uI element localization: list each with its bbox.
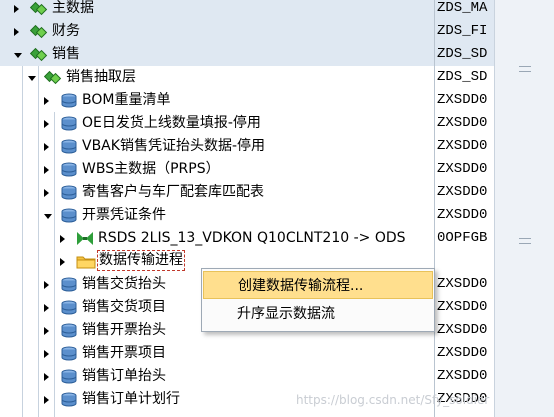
expand-arrow-icon[interactable] (14, 5, 19, 13)
expand-arrow-icon[interactable] (44, 166, 49, 174)
tree-node[interactable]: 主数据 (0, 0, 434, 20)
tree-node-label: BOM重量清单 (82, 92, 171, 108)
expand-arrow-icon[interactable] (60, 258, 65, 266)
menu-item-ascending-dataflow[interactable]: 升序显示数据流 (203, 300, 433, 328)
datasource-icon (60, 300, 77, 315)
expand-arrow-icon[interactable] (44, 350, 49, 358)
tree-node-label: 主数据 (52, 0, 94, 16)
tree-node[interactable]: 销售开票项目 (0, 342, 434, 365)
technical-name-cell (435, 250, 497, 273)
tree-node[interactable]: 销售 (0, 43, 434, 66)
technical-name-cell: ZXSDD0 (437, 92, 488, 108)
datasource-icon (60, 185, 77, 200)
splitter-grip[interactable] (519, 66, 531, 72)
tree-node-label: 销售开票项目 (82, 345, 166, 361)
datasource-icon (60, 323, 77, 338)
watermark: https://blog.csdn.net/Sfy_soldier (296, 393, 490, 407)
datasource-icon (60, 116, 77, 131)
tree-node-label: 开票凭证条件 (82, 207, 166, 223)
collapse-arrow-icon[interactable] (44, 214, 52, 219)
datasource-icon (60, 346, 77, 361)
expand-arrow-icon[interactable] (44, 281, 49, 289)
tree-node-label: 销售抽取层 (66, 69, 136, 85)
collapse-arrow-icon[interactable] (14, 53, 22, 58)
expand-arrow-icon[interactable] (60, 235, 65, 243)
tree-node[interactable]: VBAK销售凭证抬头数据-停用 (0, 135, 434, 158)
tree-node-label: RSDS 2LIS_13_VDKON Q10CLNT210 -> ODS (98, 230, 406, 246)
diamond-icon (29, 1, 48, 16)
technical-name-cell: ZXSDD0 (437, 138, 488, 154)
datasource-icon (60, 93, 77, 108)
expand-arrow-icon[interactable] (44, 143, 49, 151)
diamond-icon (29, 24, 48, 39)
expand-arrow-icon[interactable] (14, 28, 19, 36)
tree-panel: 主数据财务销售销售抽取层 BOM重量清单 OE日发货上线数量填报-停用 VBAK销售凭… (0, 0, 434, 417)
tree-node-label: OE日发货上线数量填报-停用 (82, 115, 261, 131)
tree-node[interactable]: RSDS 2LIS_13_VDKON Q10CLNT210 -> ODS (0, 227, 434, 250)
tree-node-label: 销售交货项目 (82, 299, 166, 315)
technical-name-cell: ZDS_SD (437, 69, 488, 85)
datasource-icon (60, 277, 77, 292)
folder-icon (76, 254, 96, 269)
technical-name-cell: ZXSDD0 (437, 322, 488, 338)
technical-name-cell: ZXSDD0 (437, 184, 488, 200)
tree-node[interactable]: 寄售客户与车厂配套库匹配表 (0, 181, 434, 204)
expand-arrow-icon[interactable] (44, 373, 49, 381)
technical-name-cell: ZXSDD0 (437, 368, 488, 384)
technical-name-cell: 0OPFGB (437, 230, 488, 246)
expand-arrow-icon[interactable] (44, 304, 49, 312)
tree-node[interactable]: 销售订单抬头 (0, 365, 434, 388)
datasource-icon (60, 139, 77, 154)
tree-node[interactable]: BOM重量清单 (0, 89, 434, 112)
tree-node-label: 销售开票抬头 (82, 322, 166, 338)
tree-node-label: 寄售客户与车厂配套库匹配表 (82, 184, 264, 200)
tree-node-label: 销售交货抬头 (82, 276, 166, 292)
technical-name-cell: ZDS_FI (435, 20, 497, 43)
technical-name-column: ZDS_MA ZDS_FI ZDS_SD ZDS_SD ZXSDD0 ZXSDD0 ZXSD… (434, 0, 497, 417)
expand-arrow-icon[interactable] (44, 120, 49, 128)
diamond-icon (29, 47, 48, 62)
technical-name-cell: ZXSDD0 (437, 276, 488, 292)
tree-node[interactable]: 财务 (0, 20, 434, 43)
datasource-icon (60, 369, 77, 384)
tree-node[interactable]: WBS主数据（PRPS） (0, 158, 434, 181)
diamond-icon (43, 70, 62, 85)
tree-node[interactable]: 销售抽取层 (0, 66, 434, 89)
tree-node[interactable]: 开票凭证条件 (0, 204, 434, 227)
collapse-arrow-icon[interactable] (28, 76, 36, 81)
right-panel (494, 0, 554, 417)
technical-name-cell: ZXSDD0 (437, 299, 488, 315)
tree-node-label: VBAK销售凭证抬头数据-停用 (82, 138, 265, 154)
tree-node-label: 销售订单计划行 (82, 391, 180, 407)
menu-item-create-dtp[interactable]: 创建数据传输流程... (203, 271, 433, 299)
technical-name-cell: ZDS_MA (435, 0, 497, 20)
expand-arrow-icon[interactable] (44, 97, 49, 105)
splitter-grip[interactable] (519, 238, 531, 244)
tree-node[interactable]: OE日发货上线数量填报-停用 (0, 112, 434, 135)
datasource-icon (60, 208, 77, 223)
technical-name-cell: ZDS_SD (435, 43, 497, 66)
tree-node-label: 数据传输进程 (97, 250, 185, 271)
technical-name-cell: ZXSDD0 (437, 115, 488, 131)
transformation-icon (76, 231, 93, 246)
expand-arrow-icon[interactable] (44, 396, 49, 404)
tree-node-label: 销售 (52, 46, 80, 62)
tree-node-label: WBS主数据（PRPS） (82, 161, 220, 177)
expand-arrow-icon[interactable] (44, 327, 49, 335)
technical-name-cell: ZXSDD0 (437, 207, 488, 223)
datasource-icon (60, 162, 77, 177)
context-menu: 创建数据传输流程... 升序显示数据流 (201, 268, 435, 332)
datasource-icon (60, 392, 77, 407)
expand-arrow-icon[interactable] (44, 189, 49, 197)
tree-node-label: 销售订单抬头 (82, 368, 166, 384)
technical-name-cell: ZXSDD0 (437, 345, 488, 361)
tree-node-label: 财务 (52, 23, 80, 39)
technical-name-cell: ZXSDD0 (437, 161, 488, 177)
